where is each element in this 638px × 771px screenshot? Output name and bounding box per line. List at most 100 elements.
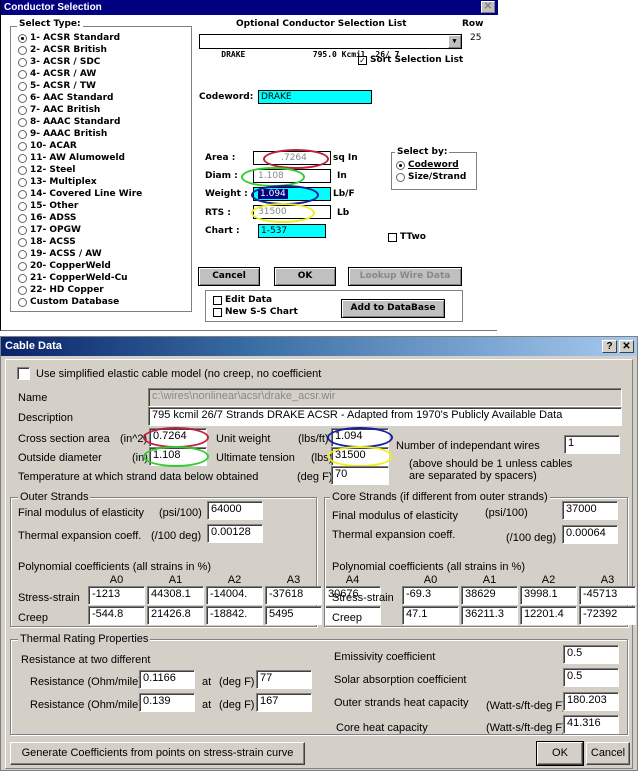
radio-unselected-icon[interactable] [18, 117, 27, 127]
poly-cell[interactable]: -45713 [579, 586, 636, 605]
poly-cell[interactable]: -72392 [579, 606, 636, 625]
ok-button[interactable]: OK [274, 267, 336, 286]
type-radio-item[interactable]: 17- OPGW [18, 224, 81, 236]
emissivity-field[interactable]: 0.5 [563, 645, 619, 664]
poly-cell[interactable]: 21426.8 [147, 606, 204, 625]
outer-modulus-field[interactable]: 64000 [207, 501, 263, 520]
checkmark-icon[interactable]: ✓ [358, 55, 367, 65]
ok-button[interactable]: OK [536, 741, 584, 766]
radio-selected-icon[interactable] [18, 33, 27, 43]
radio-selected-icon[interactable] [396, 160, 405, 170]
radio-unselected-icon[interactable] [18, 69, 27, 79]
type-radio-item[interactable]: 19- ACSS / AW [18, 248, 102, 260]
radio-unselected-icon[interactable] [18, 285, 27, 295]
outer-thermal-field[interactable]: 0.00128 [207, 524, 263, 543]
lookup-wire-data-button[interactable]: Lookup Wire Data [348, 267, 462, 286]
type-radio-item[interactable]: 4- ACSR / AW [18, 68, 96, 80]
generate-coefficients-button[interactable]: Generate Coefficients from points on str… [10, 742, 305, 765]
radio-unselected-icon[interactable] [18, 141, 27, 151]
sort-selection-checkbox[interactable]: ✓ Sort Selection List [358, 55, 463, 65]
checkbox-icon[interactable] [213, 295, 222, 305]
type-radio-item[interactable]: 9- AAAC British [18, 128, 107, 140]
new-ss-chart-checkbox[interactable]: New S-S Chart [213, 307, 298, 317]
poly-cell[interactable]: 44308.1 [147, 586, 204, 605]
radio-unselected-icon[interactable] [18, 105, 27, 115]
poly-cell[interactable]: 47.1 [402, 606, 459, 625]
cancel-button[interactable]: Cancel [586, 742, 630, 765]
resistance-2-field[interactable]: 0.139 [139, 693, 195, 712]
conductor-dropdown[interactable]: DRAKE 795.0 Kcmil 26/ 7 ▼ [199, 34, 462, 59]
poly-cell[interactable]: 3998.1 [520, 586, 577, 605]
description-field[interactable]: 795 kcmil 26/7 Strands DRAKE ACSR - Adap… [148, 407, 622, 426]
type-radio-item[interactable]: 5- ACSR / TW [18, 80, 96, 92]
type-radio-item[interactable]: 6- AAC Standard [18, 92, 113, 104]
type-radio-item[interactable]: 18- ACSS [18, 236, 76, 248]
solar-absorption-field[interactable]: 0.5 [563, 668, 619, 687]
unit-weight-field[interactable]: 1.094 [331, 428, 389, 447]
radio-unselected-icon[interactable] [18, 165, 27, 175]
type-radio-item[interactable]: 3- ACSR / SDC [18, 56, 100, 68]
poly-cell[interactable]: -37618 [265, 586, 322, 605]
type-radio-item[interactable]: Custom Database [18, 296, 119, 308]
radio-unselected-icon[interactable] [18, 57, 27, 67]
type-radio-item[interactable]: 20- CopperWeld [18, 260, 111, 272]
codeword-input[interactable]: DRAKE [258, 90, 372, 104]
independent-wires-field[interactable]: 1 [564, 435, 620, 454]
radio-unselected-icon[interactable] [18, 225, 27, 235]
type-radio-item[interactable]: 22- HD Copper [18, 284, 104, 296]
core-thermal-field[interactable]: 0.00064 [562, 525, 618, 544]
add-to-database-button[interactable]: Add to DataBase [341, 299, 445, 318]
type-radio-item[interactable]: 12- Steel [18, 164, 75, 176]
radio-unselected-icon[interactable] [18, 81, 27, 91]
poly-cell[interactable]: -69.3 [402, 586, 459, 605]
ttwo-checkbox[interactable]: TTwo [388, 232, 426, 242]
poly-cell[interactable]: 5495 [265, 606, 322, 625]
resistance-1-field[interactable]: 0.1166 [139, 670, 195, 689]
type-radio-item[interactable]: 11- AW Alumoweld [18, 152, 125, 164]
outside-diameter-field[interactable]: 1.108 [149, 447, 207, 466]
core-modulus-field[interactable]: 37000 [562, 501, 618, 520]
radio-unselected-icon[interactable] [18, 201, 27, 211]
radio-unselected-icon[interactable] [18, 261, 27, 271]
type-radio-item[interactable]: 1- ACSR Standard [18, 32, 120, 44]
temperature-field[interactable]: 70 [331, 466, 389, 485]
poly-cell[interactable]: -14004. [206, 586, 263, 605]
type-radio-item[interactable]: 16- ADSS [18, 212, 76, 224]
type-radio-item[interactable]: 2- ACSR British [18, 44, 107, 56]
radio-unselected-icon[interactable] [18, 93, 27, 103]
checkbox-icon[interactable] [388, 232, 397, 242]
type-radio-item[interactable]: 8- AAAC Standard [18, 116, 120, 128]
poly-cell[interactable]: 36211.3 [461, 606, 518, 625]
radio-unselected-icon[interactable] [18, 189, 27, 199]
radio-unselected-icon[interactable] [18, 297, 27, 307]
radio-unselected-icon[interactable] [18, 249, 27, 259]
radio-unselected-icon[interactable] [18, 129, 27, 139]
resistance-1-temp-field[interactable]: 77 [256, 670, 312, 689]
type-radio-item[interactable]: 7- AAC British [18, 104, 100, 116]
diam-field[interactable]: 1.108 [253, 169, 331, 183]
weight-field[interactable]: 1.094 [253, 187, 331, 201]
type-radio-item[interactable]: 14- Covered Line Wire [18, 188, 142, 200]
name-field[interactable]: c:\wires\nonlinear\acsr\drake_acsr.wir [148, 388, 622, 407]
poly-cell[interactable]: 38629 [461, 586, 518, 605]
chevron-down-icon[interactable]: ▼ [448, 35, 461, 48]
type-radio-item[interactable]: 10- ACAR [18, 140, 77, 152]
radio-unselected-icon[interactable] [18, 177, 27, 187]
radio-unselected-icon[interactable] [18, 237, 27, 247]
poly-cell[interactable]: -1213 [88, 586, 145, 605]
checkbox-icon[interactable] [213, 307, 222, 317]
type-radio-item[interactable]: 15- Other [18, 200, 78, 212]
edit-data-checkbox[interactable]: Edit Data [213, 295, 272, 305]
radio-unselected-icon[interactable] [18, 213, 27, 223]
type-radio-item[interactable]: 21- CopperWeld-Cu [18, 272, 128, 284]
simplified-model-checkbox[interactable] [17, 367, 30, 380]
area-field[interactable]: .7264 [253, 151, 331, 165]
select-by-codeword-radio[interactable]: Codeword [396, 160, 459, 170]
close-icon[interactable]: ✕ [619, 340, 634, 353]
core-heat-capacity-field[interactable]: 41.316 [563, 715, 619, 734]
outer-heat-capacity-field[interactable]: 180.203 [563, 692, 619, 711]
poly-cell[interactable]: -544.8 [88, 606, 145, 625]
cancel-button[interactable]: Cancel [198, 267, 260, 286]
ultimate-tension-field[interactable]: 31500 [331, 447, 389, 466]
radio-unselected-icon[interactable] [396, 172, 405, 182]
